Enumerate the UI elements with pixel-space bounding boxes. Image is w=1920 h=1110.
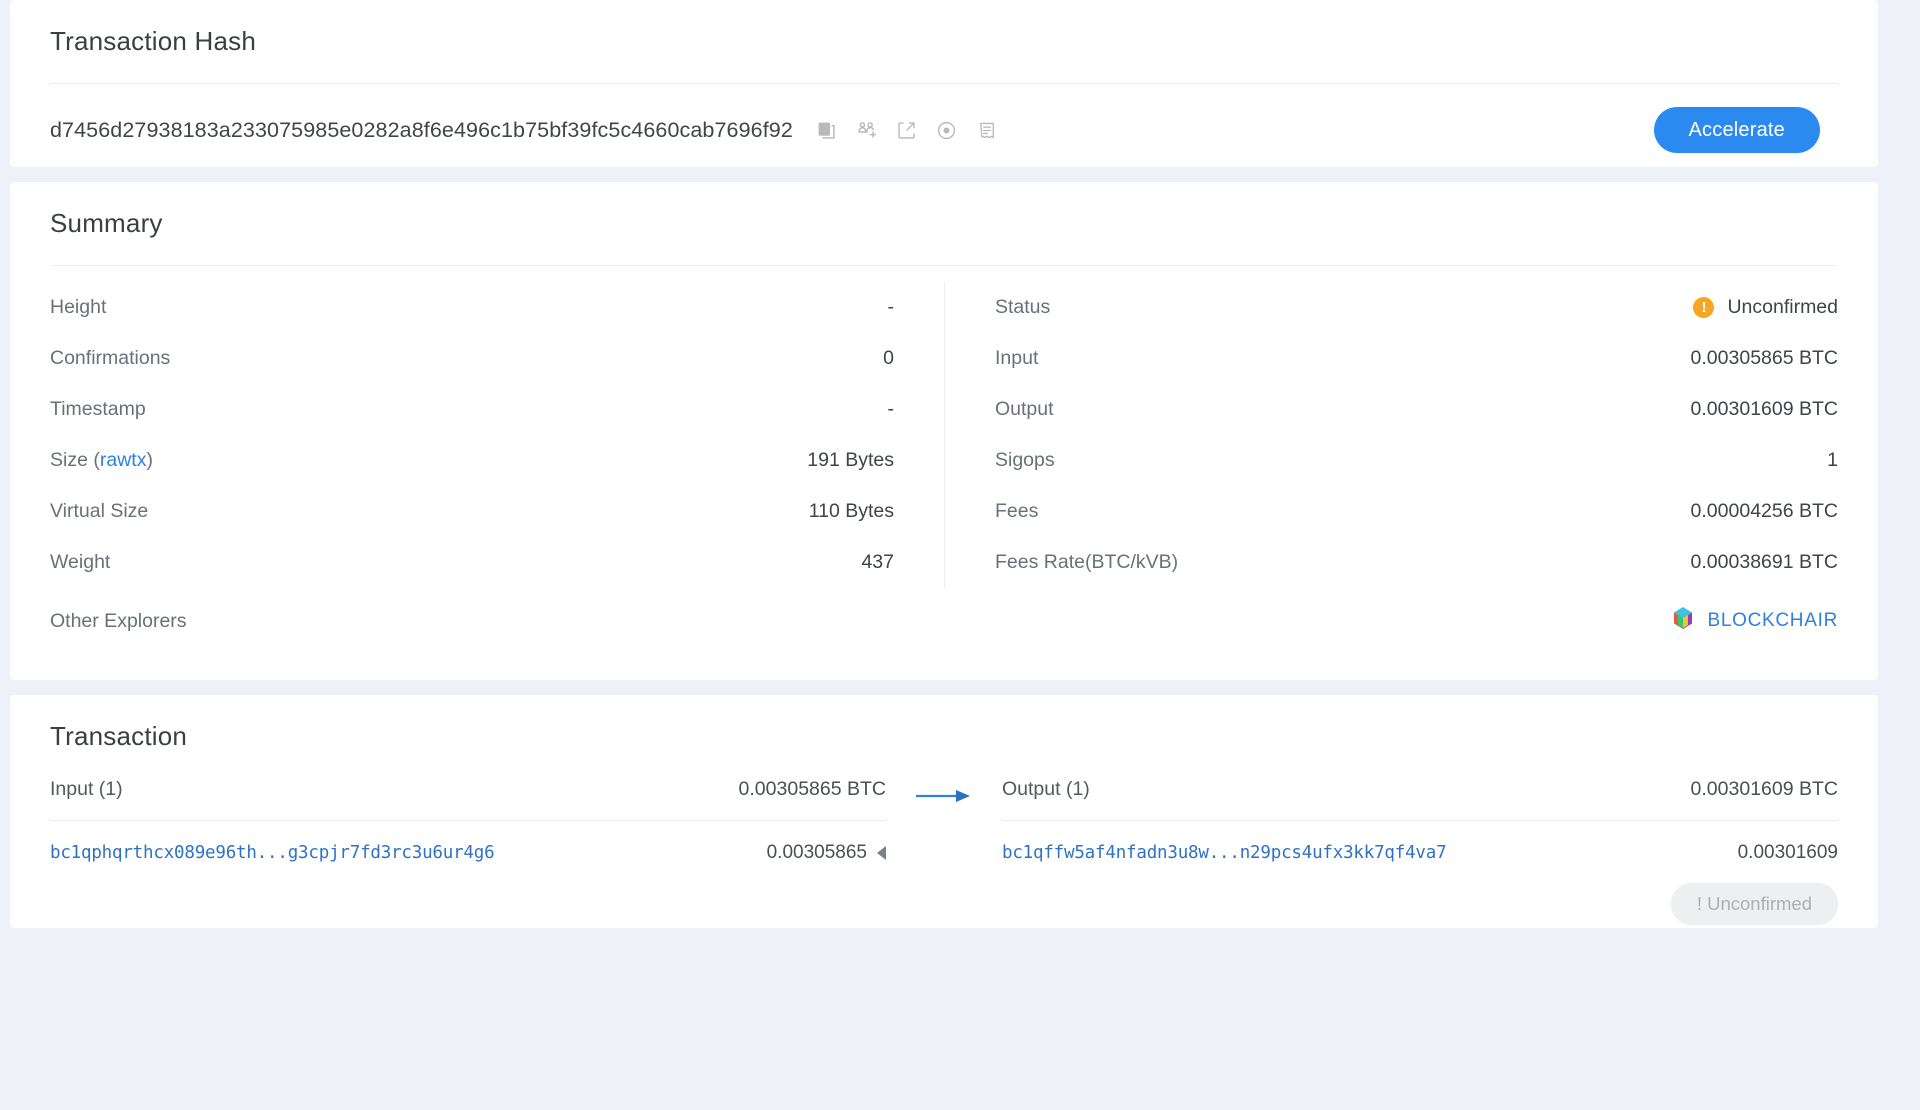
transaction-hash-title: Transaction Hash [50, 26, 256, 56]
other-explorers-row: Other Explorers BLOCKCHAIR [50, 588, 1838, 644]
label-fees-rate: Fees Rate(BTC/kVB) [995, 551, 1179, 573]
rawtx-link[interactable]: rawtx [100, 449, 147, 471]
summary-row-confirmations: Confirmations 0 [50, 333, 894, 384]
value-weight: 437 [861, 551, 894, 573]
transaction-title: Transaction [50, 721, 188, 751]
transaction-hash-card: Transaction Hash d7456d27938183a23307598… [10, 0, 1878, 167]
output-header: Output (1) 0.00301609 BTC [1002, 778, 1838, 820]
output-header-label: Output (1) [1002, 778, 1090, 800]
blockchair-link[interactable]: BLOCKCHAIR [1672, 606, 1838, 636]
transaction-card: Transaction Input (1) 0.00305865 BTC bc1… [10, 695, 1878, 928]
input-row: bc1qphqrthcx089e96th...g3cpjr7fd3rc3u6ur… [50, 821, 886, 864]
blockchair-cube-icon [1672, 606, 1694, 636]
input-header-label: Input (1) [50, 778, 123, 800]
output-header-amount: 0.00301609 BTC [1690, 778, 1838, 800]
label-input: Input [995, 347, 1039, 369]
label-fees: Fees [995, 500, 1039, 522]
value-output: 0.00301609 BTC [1690, 398, 1838, 420]
transaction-detail-page: Transaction Hash d7456d27938183a23307598… [0, 0, 1920, 1110]
label-height: Height [50, 296, 107, 318]
output-row: bc1qffw5af4nfadn3u8w...n29pcs4ufx3kk7qf4… [1002, 821, 1838, 864]
label-sigops: Sigops [995, 449, 1055, 471]
accelerate-button[interactable]: Accelerate [1653, 107, 1820, 153]
value-confirmations: 0 [883, 347, 894, 369]
broadcast-icon[interactable] [896, 119, 918, 141]
summary-row-input: Input 0.00305865 BTC [995, 333, 1838, 384]
label-size-suffix: ) [146, 449, 153, 471]
transaction-hash-value[interactable]: d7456d27938183a233075985e0282a8f6e496c1b… [50, 118, 793, 143]
value-status: Unconfirmed [1727, 296, 1838, 318]
triangle-left-icon [877, 846, 886, 860]
output-amount: 0.00301609 [1737, 842, 1838, 863]
warning-circle-icon: ! [1693, 297, 1715, 318]
hash-icon-group [816, 119, 998, 141]
summary-row-height: Height - [50, 282, 894, 333]
input-address[interactable]: bc1qphqrthcx089e96th...g3cpjr7fd3rc3u6ur… [50, 843, 495, 863]
io-wrapper: Input (1) 0.00305865 BTC bc1qphqrthcx089… [50, 778, 1838, 925]
output-address[interactable]: bc1qffw5af4nfadn3u8w...n29pcs4ufx3kk7qf4… [1002, 843, 1447, 863]
input-amount-wrap: 0.00305865 [767, 842, 886, 864]
value-height: - [887, 296, 895, 318]
label-size-prefix: Size ( [50, 449, 100, 471]
input-header-amount: 0.00305865 BTC [738, 778, 886, 800]
unconfirmed-badge: ! Unconfirmed [1670, 883, 1838, 925]
output-badge-row: ! Unconfirmed [1002, 864, 1838, 925]
summary-row-output: Output 0.00301609 BTC [995, 384, 1838, 435]
input-header: Input (1) 0.00305865 BTC [50, 778, 886, 820]
arrow-right-icon [915, 786, 973, 806]
summary-card: Summary Height - Confirmations 0 Timesta… [10, 182, 1878, 680]
summary-row-fees: Fees 0.00004256 BTC [995, 486, 1838, 537]
label-output: Output [995, 398, 1054, 420]
status-badge: ! Unconfirmed [1693, 296, 1838, 319]
value-fees: 0.00004256 BTC [1690, 500, 1838, 522]
label-size: Size (rawtx) [50, 449, 153, 472]
summary-row-timestamp: Timestamp - [50, 384, 894, 435]
value-fees-rate: 0.00038691 BTC [1690, 551, 1838, 573]
value-sigops: 1 [1827, 449, 1838, 471]
receipt-icon[interactable] [976, 119, 998, 141]
blockchair-label: BLOCKCHAIR [1707, 610, 1838, 631]
label-virtual-size: Virtual Size [50, 500, 149, 522]
summary-left-column: Height - Confirmations 0 Timestamp - Siz… [50, 282, 944, 588]
label-confirmations: Confirmations [50, 347, 171, 369]
value-timestamp: - [887, 398, 895, 420]
summary-title: Summary [50, 208, 163, 238]
value-size: 191 Bytes [807, 449, 894, 471]
summary-row-sigops: Sigops 1 [995, 435, 1838, 486]
summary-row-virtual-size: Virtual Size 110 Bytes [50, 486, 894, 537]
summary-row-fees-rate: Fees Rate(BTC/kVB) 0.00038691 BTC [995, 537, 1838, 588]
output-column: Output (1) 0.00301609 BTC bc1qffw5af4nfa… [944, 778, 1838, 925]
target-icon[interactable] [936, 119, 958, 141]
summary-right-column: Status ! Unconfirmed Input 0.00305865 BT… [944, 282, 1838, 588]
label-weight: Weight [50, 551, 111, 573]
input-column: Input (1) 0.00305865 BTC bc1qphqrthcx089… [50, 778, 944, 864]
summary-row-weight: Weight 437 [50, 537, 894, 588]
value-input: 0.00305865 BTC [1690, 347, 1838, 369]
summary-row-status: Status ! Unconfirmed [995, 282, 1838, 333]
value-virtual-size: 110 Bytes [808, 500, 894, 522]
input-amount: 0.00305865 [766, 842, 867, 863]
label-timestamp: Timestamp [50, 398, 146, 420]
copy-icon[interactable] [816, 119, 838, 141]
summary-grid: Height - Confirmations 0 Timestamp - Siz… [50, 266, 1838, 588]
label-other-explorers: Other Explorers [50, 609, 187, 632]
summary-row-size: Size (rawtx) 191 Bytes [50, 435, 894, 486]
label-status: Status [995, 296, 1051, 318]
hash-row: d7456d27938183a233075985e0282a8f6e496c1b… [50, 84, 1838, 176]
add-to-watchlist-icon[interactable] [856, 119, 878, 141]
